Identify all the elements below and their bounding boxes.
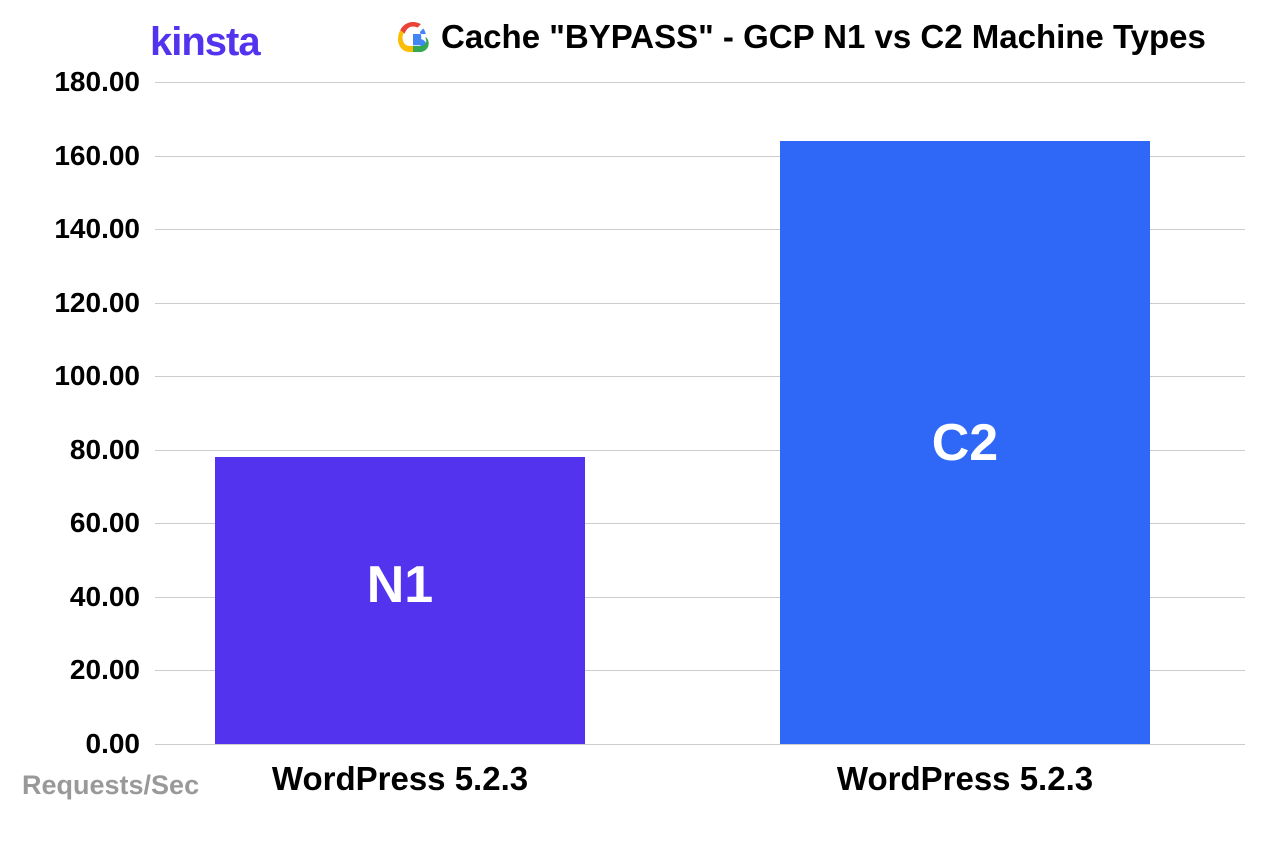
x-tick-label: WordPress 5.2.3 (215, 760, 585, 798)
y-tick-label: 180.00 (20, 66, 140, 98)
bar-c2: C2 (780, 141, 1150, 744)
y-tick-label: 0.00 (20, 728, 140, 760)
bar-label: C2 (780, 413, 1150, 473)
gridline (155, 744, 1245, 745)
y-axis-label: Requests/Sec (22, 770, 199, 801)
y-tick-label: 100.00 (20, 360, 140, 392)
y-tick-label: 40.00 (20, 581, 140, 613)
y-tick-label: 120.00 (20, 287, 140, 319)
y-tick-label: 60.00 (20, 507, 140, 539)
y-tick-label: 80.00 (20, 434, 140, 466)
bar-label: N1 (215, 555, 585, 615)
gridline (155, 82, 1245, 83)
y-tick-label: 20.00 (20, 654, 140, 686)
kinsta-logo: kinsta (150, 20, 260, 65)
bar-n1: N1 (215, 457, 585, 744)
chart-title: Cache "BYPASS" - GCP N1 vs C2 Machine Ty… (441, 18, 1206, 56)
x-tick-label: WordPress 5.2.3 (780, 760, 1150, 798)
y-tick-label: 160.00 (20, 140, 140, 172)
gcp-icon (395, 19, 431, 55)
y-tick-label: 140.00 (20, 213, 140, 245)
title-wrap: Cache "BYPASS" - GCP N1 vs C2 Machine Ty… (395, 18, 1206, 56)
chart-plot-area: N1 C2 (155, 82, 1245, 744)
